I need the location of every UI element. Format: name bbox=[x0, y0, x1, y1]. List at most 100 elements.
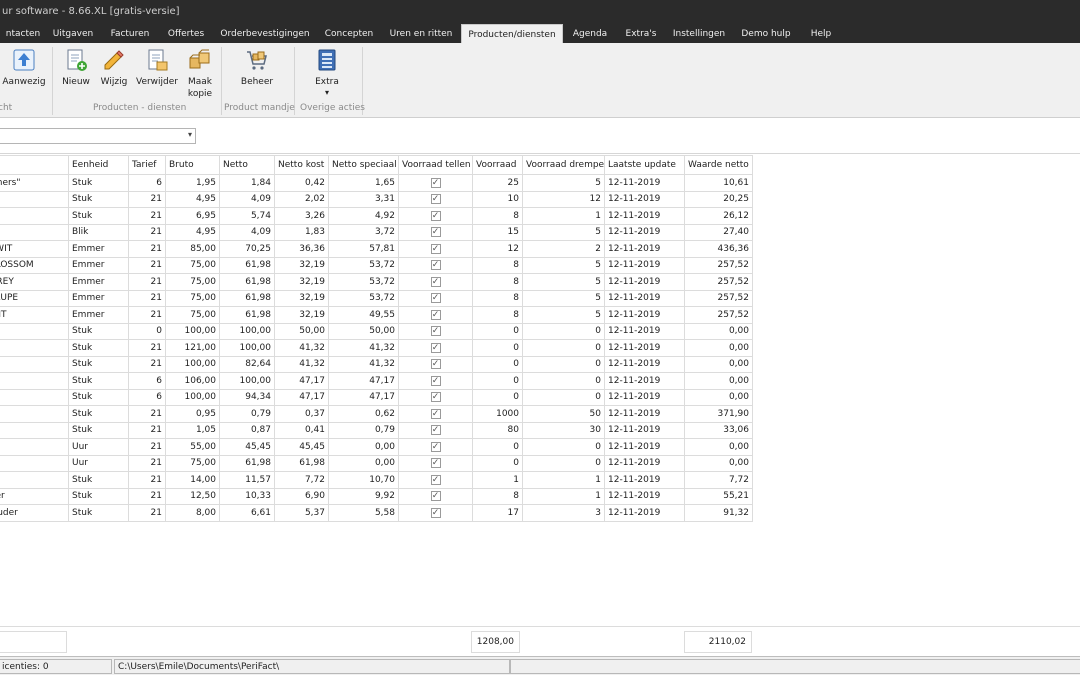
cell-netto-kost[interactable]: 50,00 bbox=[274, 322, 329, 340]
col-header-voorraad[interactable]: Voorraad bbox=[472, 155, 523, 175]
cell-netto-speciaal[interactable]: 47,17 bbox=[328, 372, 399, 390]
cell-voorraad-drempel[interactable]: 5 bbox=[522, 273, 605, 291]
cell-omschrijving[interactable] bbox=[0, 223, 69, 241]
beheer-button[interactable]: Beheer bbox=[234, 45, 280, 88]
cell-netto-kost[interactable]: 0,37 bbox=[274, 405, 329, 423]
cell-netto-kost[interactable]: 1,83 bbox=[274, 223, 329, 241]
cell-netto-kost[interactable]: 32,19 bbox=[274, 289, 329, 307]
table-row[interactable]: Stuk 21 121,00 100,00 41,32 41,32 ✓ 0 0 12-11-201… bbox=[0, 339, 753, 357]
cell-netto-speciaal[interactable]: 50,00 bbox=[328, 322, 399, 340]
cell-netto-kost[interactable]: 41,32 bbox=[274, 339, 329, 357]
cell-voorraad-drempel[interactable]: 1 bbox=[522, 207, 605, 225]
cell-voorraad-tellen[interactable]: ✓ bbox=[398, 273, 473, 291]
cell-voorraad-drempel[interactable]: 0 bbox=[522, 372, 605, 390]
cell-tarief[interactable]: 21 bbox=[128, 256, 166, 274]
cell-voorraad[interactable]: 0 bbox=[472, 438, 523, 456]
cell-netto-speciaal[interactable]: 9,92 bbox=[328, 487, 399, 505]
cell-bruto[interactable]: 8,00 bbox=[165, 504, 220, 522]
cell-bruto[interactable]: 1,95 bbox=[165, 174, 220, 192]
filter-combobox[interactable]: ▾ bbox=[0, 128, 196, 144]
cell-tarief[interactable]: 21 bbox=[128, 405, 166, 423]
table-row[interactable]: ncl. houderStuk2112,5010,336,909,92 ✓ 8112… bbox=[0, 487, 753, 505]
cell-bruto[interactable]: 121,00 bbox=[165, 339, 220, 357]
cell-netto-kost[interactable]: 5,37 bbox=[274, 504, 329, 522]
cell-voorraad[interactable]: 1 bbox=[472, 471, 523, 489]
cell-omschrijving[interactable]: ekkend BLOSSOM bbox=[0, 256, 69, 274]
table-row[interactable]: ekkend TAUPEEmmer2175,0061,9832,1953,72 ✓… bbox=[0, 289, 753, 307]
cell-voorraad-tellen[interactable]: ✓ bbox=[398, 289, 473, 307]
cell-tarief[interactable]: 21 bbox=[128, 306, 166, 324]
cell-netto-speciaal[interactable]: 0,00 bbox=[328, 438, 399, 456]
cell-voorraad-tellen[interactable]: ✓ bbox=[398, 306, 473, 324]
cell-laatste-update[interactable]: 12-11-2019 bbox=[604, 454, 685, 472]
cell-waarde-netto[interactable]: 0,00 bbox=[684, 355, 753, 373]
aanwezig-button[interactable]: Aanwezig bbox=[0, 45, 48, 88]
cell-laatste-update[interactable]: 12-11-2019 bbox=[604, 405, 685, 423]
cell-tarief[interactable]: 21 bbox=[128, 454, 166, 472]
cell-netto[interactable]: 6,61 bbox=[219, 504, 275, 522]
cell-voorraad[interactable]: 0 bbox=[472, 388, 523, 406]
cell-netto-speciaal[interactable]: 1,65 bbox=[328, 174, 399, 192]
cell-netto-speciaal[interactable]: 3,72 bbox=[328, 223, 399, 241]
verwijder-button[interactable]: Verwijder bbox=[134, 45, 180, 88]
wijzig-button[interactable]: Wijzig bbox=[97, 45, 131, 88]
cell-voorraad-tellen[interactable]: ✓ bbox=[398, 438, 473, 456]
cell-netto[interactable]: 11,57 bbox=[219, 471, 275, 489]
tab-orderbevestigingen[interactable]: Orderbevestigingen bbox=[217, 24, 313, 43]
cell-waarde-netto[interactable]: 436,36 bbox=[684, 240, 753, 258]
tab-uren-en-ritten[interactable]: Uren en ritten bbox=[386, 24, 456, 43]
cell-netto[interactable]: 100,00 bbox=[219, 372, 275, 390]
cell-netto-kost[interactable]: 47,17 bbox=[274, 388, 329, 406]
cell-waarde-netto[interactable]: 257,52 bbox=[684, 256, 753, 274]
cell-omschrijving[interactable]: oor beginners" bbox=[0, 174, 69, 192]
cell-voorraad-tellen[interactable]: ✓ bbox=[398, 372, 473, 390]
cell-netto-speciaal[interactable]: 53,72 bbox=[328, 289, 399, 307]
cell-tarief[interactable]: 6 bbox=[128, 174, 166, 192]
cell-voorraad[interactable]: 15 bbox=[472, 223, 523, 241]
cell-netto-kost[interactable]: 32,19 bbox=[274, 306, 329, 324]
cell-waarde-netto[interactable]: 7,72 bbox=[684, 471, 753, 489]
col-header-laatste-update[interactable]: Laatste update bbox=[604, 155, 685, 175]
cell-voorraad[interactable]: 12 bbox=[472, 240, 523, 258]
cell-bruto[interactable]: 12,50 bbox=[165, 487, 220, 505]
cell-voorraad-drempel[interactable]: 2 bbox=[522, 240, 605, 258]
cell-bruto[interactable]: 4,95 bbox=[165, 190, 220, 208]
checkbox-checked-icon[interactable]: ✓ bbox=[430, 194, 441, 204]
table-row[interactable]: tariefUur2175,0061,9861,980,00✓0012-11-2… bbox=[0, 454, 753, 472]
cell-omschrijving[interactable] bbox=[0, 339, 69, 357]
checkbox-checked-icon[interactable]: ✓ bbox=[430, 375, 441, 386]
cell-voorraad-tellen[interactable]: ✓ bbox=[398, 223, 473, 241]
cell-netto-speciaal[interactable]: 41,32 bbox=[328, 339, 399, 357]
cell-voorraad-drempel[interactable]: 0 bbox=[522, 454, 605, 472]
cell-laatste-update[interactable]: 12-11-2019 bbox=[604, 388, 685, 406]
cell-voorraad-drempel[interactable]: 3 bbox=[522, 504, 605, 522]
table-row[interactable]: Uur 21 55,00 45,45 45,45 0,00 ✓ 0 0 12-11-2019 0,0… bbox=[0, 438, 753, 456]
cell-bruto[interactable]: 106,00 bbox=[165, 372, 220, 390]
tab-concepten[interactable]: Concepten bbox=[318, 24, 380, 43]
cell-waarde-netto[interactable]: 0,00 bbox=[684, 339, 753, 357]
checkbox-checked-icon[interactable]: ✓ bbox=[430, 392, 441, 402]
cell-voorraad[interactable]: 8 bbox=[472, 207, 523, 225]
table-row[interactable]: ekkend GREYEmmer2175,0061,9832,1953,72 ✓ 8… bbox=[0, 273, 753, 291]
table-row[interactable]: Stuk 21 0,95 0,79 0,37 0,62 ✓ 1000 50 12-11-2019 3… bbox=[0, 405, 753, 423]
table-row[interactable]: cl. houderStuk2114,0011,577,7210,70✓1112… bbox=[0, 471, 753, 489]
extra-button[interactable]: Extra ▾ bbox=[305, 45, 349, 98]
cell-netto[interactable]: 45,45 bbox=[219, 438, 275, 456]
cell-netto-kost[interactable]: 6,90 bbox=[274, 487, 329, 505]
cell-bruto[interactable]: 4,95 bbox=[165, 223, 220, 241]
cell-laatste-update[interactable]: 12-11-2019 bbox=[604, 438, 685, 456]
cell-netto-kost[interactable]: 3,26 bbox=[274, 207, 329, 225]
cell-netto-kost[interactable]: 0,42 bbox=[274, 174, 329, 192]
cell-netto[interactable]: 4,09 bbox=[219, 223, 275, 241]
tab-extras[interactable]: Extra's bbox=[619, 24, 663, 43]
cell-voorraad[interactable]: 10 bbox=[472, 190, 523, 208]
cell-voorraad-tellen[interactable]: ✓ bbox=[398, 405, 473, 423]
table-row[interactable]: Stuk 6 106,00 100,00 47,17 47,17 ✓ 0 0 12-11-2019… bbox=[0, 372, 753, 390]
cell-eenheid[interactable]: Stuk bbox=[68, 322, 129, 340]
checkbox-checked-icon[interactable]: ✓ bbox=[430, 177, 441, 188]
cell-voorraad-drempel[interactable]: 12 bbox=[522, 190, 605, 208]
table-row[interactable]: oor beginners"Stuk61,951,840,421,65✓2551… bbox=[0, 174, 753, 192]
table-row[interactable]: Stuk 21 4,95 4,09 2,02 3,31 ✓ 10 12 12-11-2019 20,… bbox=[0, 190, 753, 208]
cell-waarde-netto[interactable]: 257,52 bbox=[684, 273, 753, 291]
cell-voorraad[interactable]: 0 bbox=[472, 355, 523, 373]
